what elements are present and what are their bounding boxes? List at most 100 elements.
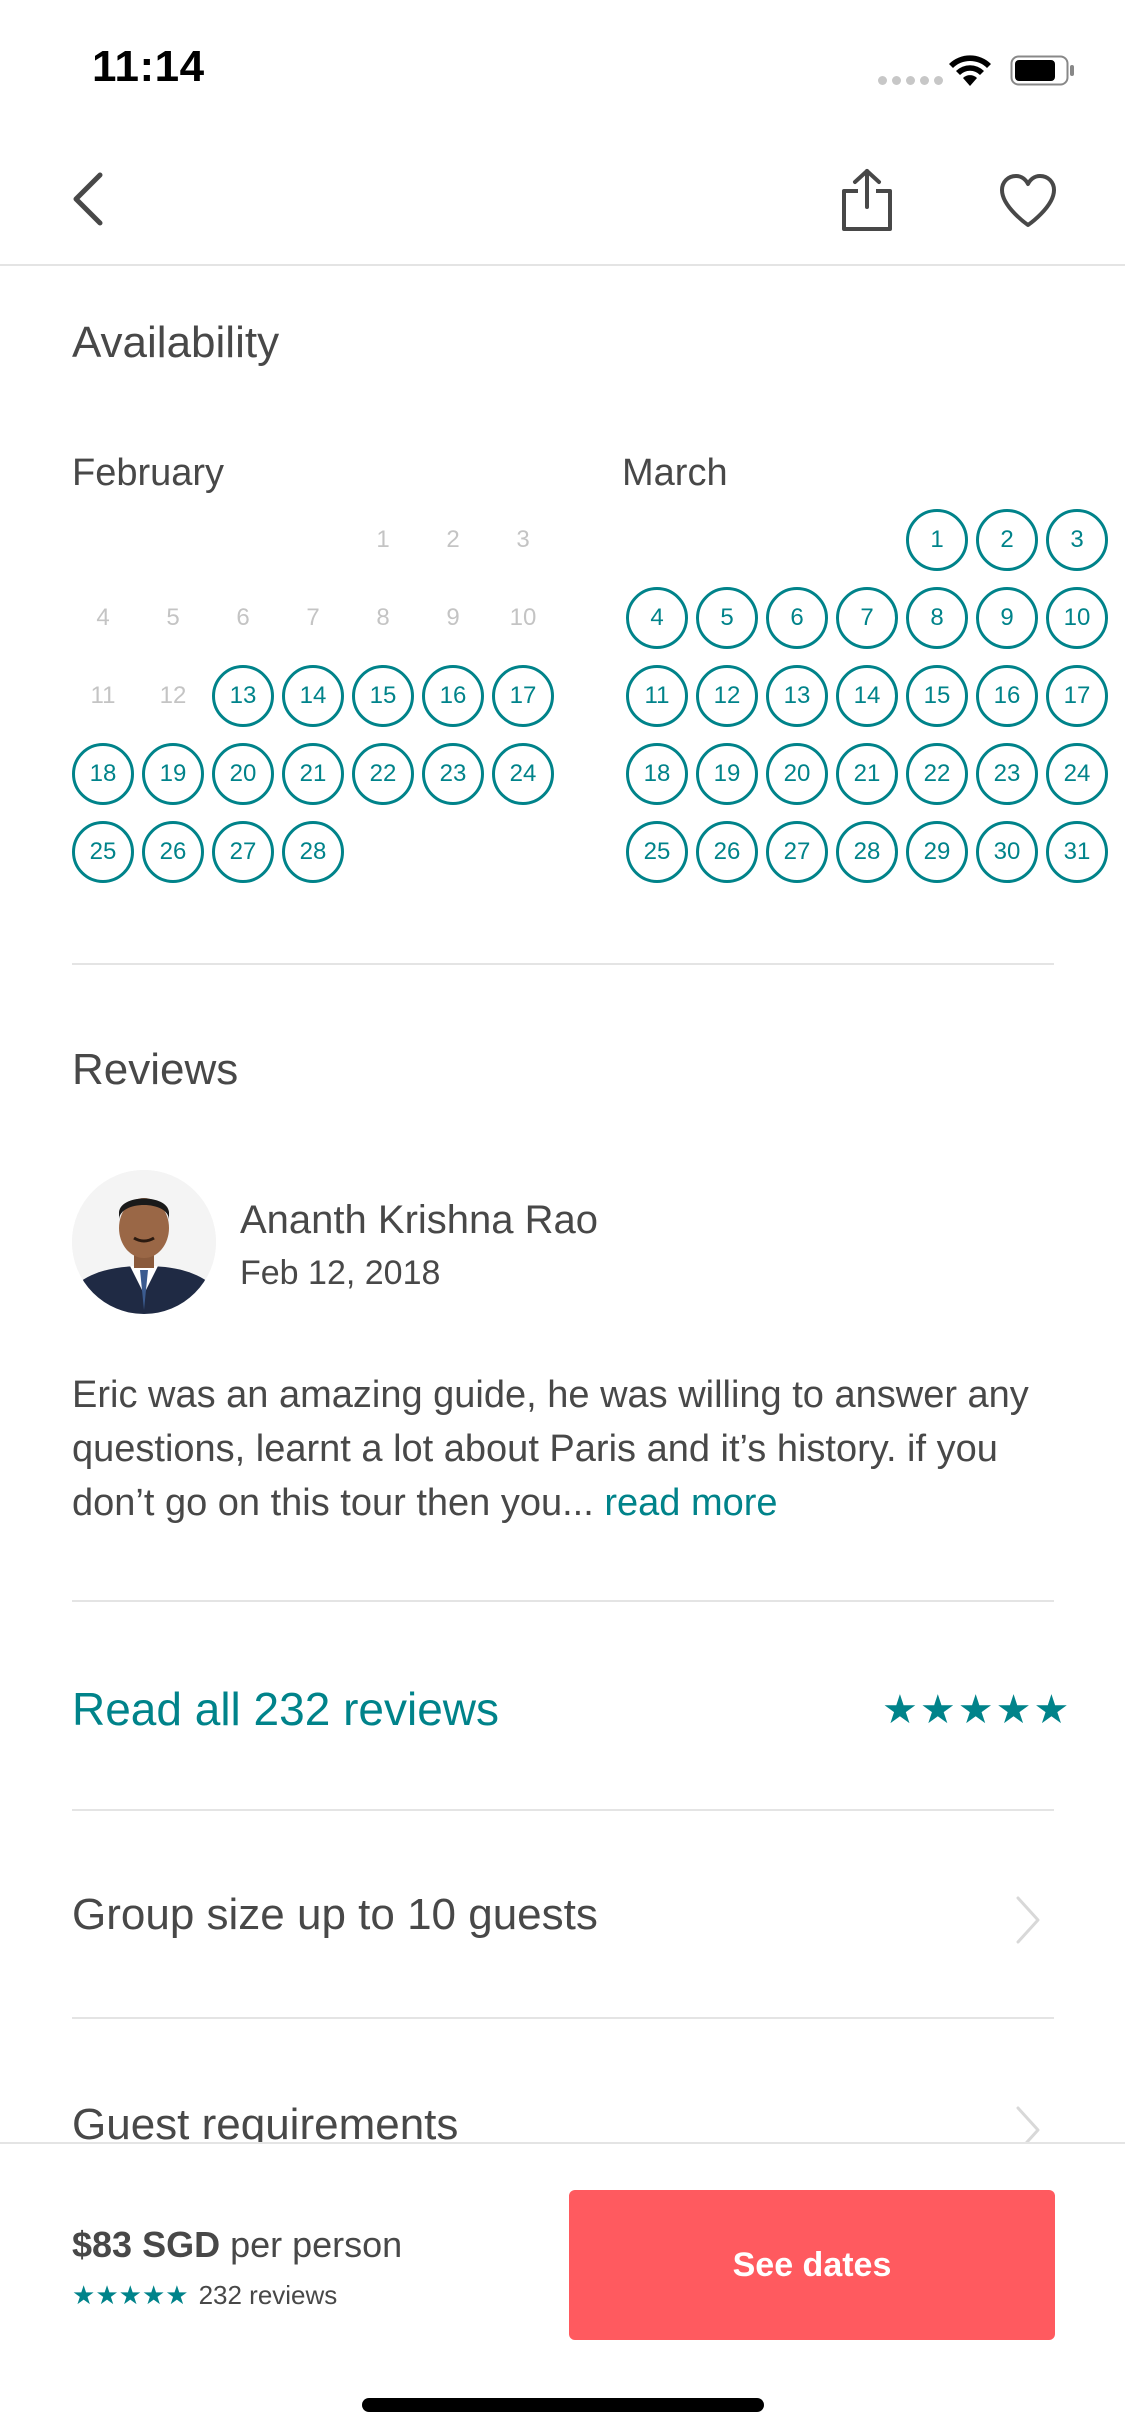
calendar-day[interactable]: 21 [282, 743, 344, 805]
status-bar: 11:14 [0, 0, 1125, 135]
calendar-day: 6 [236, 604, 250, 631]
reviewer-avatar[interactable] [72, 1170, 216, 1314]
group-size-row[interactable]: Group size up to 10 guests [72, 1890, 598, 1940]
price-unit: per person [230, 2224, 403, 2265]
calendar-day[interactable]: 20 [766, 743, 828, 805]
calendar-day: 7 [306, 604, 320, 631]
battery-icon [1010, 55, 1074, 86]
calendar-day[interactable]: 4 [626, 587, 688, 649]
calendar-day[interactable]: 23 [422, 743, 484, 805]
calendar-day[interactable]: 19 [142, 743, 204, 805]
calendar-day[interactable]: 25 [626, 821, 688, 883]
calendar-day[interactable]: 3 [1046, 509, 1108, 571]
review-body: Eric was an amazing guide, he was willin… [72, 1374, 1029, 1524]
calendar-day[interactable]: 12 [696, 665, 758, 727]
divider [72, 1600, 1054, 1602]
read-more-link[interactable]: read more [604, 1482, 777, 1524]
month-label-march: March [622, 452, 728, 494]
calendar-day[interactable]: 17 [1046, 665, 1108, 727]
calendar-day: 3 [516, 526, 530, 553]
calendar-day: 1 [376, 526, 390, 553]
nav-bar [0, 135, 1125, 266]
star-icon: ★ [919, 1688, 956, 1732]
calendar-day[interactable]: 9 [976, 587, 1038, 649]
calendar-day[interactable]: 27 [212, 821, 274, 883]
calendar-day[interactable]: 27 [766, 821, 828, 883]
calendar-day[interactable]: 17 [492, 665, 554, 727]
star-icon: ★ [118, 2280, 142, 2310]
calendar-day: 12 [159, 682, 187, 709]
review-date: Feb 12, 2018 [240, 1254, 441, 1292]
calendar-day: 4 [96, 604, 110, 631]
calendar-day[interactable]: 10 [1046, 587, 1108, 649]
review-text: Eric was an amazing guide, he was willin… [72, 1368, 1062, 1530]
calendar-day[interactable]: 28 [836, 821, 898, 883]
calendar-day[interactable]: 29 [906, 821, 968, 883]
calendar-day[interactable]: 14 [836, 665, 898, 727]
calendar-day[interactable]: 13 [212, 665, 274, 727]
calendar-day[interactable]: 11 [626, 665, 688, 727]
star-icon: ★ [957, 1688, 994, 1732]
calendar-day[interactable]: 22 [352, 743, 414, 805]
calendar-day[interactable]: 31 [1046, 821, 1108, 883]
calendar-day[interactable]: 19 [696, 743, 758, 805]
calendar-day[interactable]: 26 [142, 821, 204, 883]
calendar-day[interactable]: 15 [352, 665, 414, 727]
calendar-day: 9 [446, 604, 460, 631]
calendar-day[interactable]: 23 [976, 743, 1038, 805]
read-all-reviews-link[interactable]: Read all 232 reviews [72, 1682, 499, 1736]
rating-stars: ★★★★★ [882, 1690, 1069, 1730]
calendar-day[interactable]: 16 [422, 665, 484, 727]
home-indicator [362, 2398, 764, 2412]
calendar-day[interactable]: 18 [626, 743, 688, 805]
star-icon: ★ [1033, 1688, 1070, 1732]
divider [72, 963, 1054, 965]
calendar-day[interactable]: 28 [282, 821, 344, 883]
calendar-day[interactable]: 18 [72, 743, 134, 805]
review-count: 232 reviews [198, 2280, 338, 2310]
calendar-day[interactable]: 26 [696, 821, 758, 883]
star-icon: ★ [141, 2280, 166, 2310]
reviewer-name: Ananth Krishna Rao [240, 1198, 599, 1242]
heart-icon[interactable] [998, 173, 1058, 229]
see-dates-button[interactable]: See dates [569, 2190, 1055, 2340]
price-label: $83 SGD per person [72, 2224, 402, 2266]
chevron-right-icon[interactable] [1010, 1894, 1044, 1946]
calendar-day[interactable]: 22 [906, 743, 968, 805]
cellular-signal-icon [878, 76, 943, 85]
calendar-day[interactable]: 2 [976, 509, 1038, 571]
calendar-day: 10 [509, 604, 537, 631]
calendar-day[interactable]: 6 [766, 587, 828, 649]
calendar-day[interactable]: 30 [976, 821, 1038, 883]
calendar-day[interactable]: 20 [212, 743, 274, 805]
calendar-day[interactable]: 25 [72, 821, 134, 883]
calendar-day[interactable]: 21 [836, 743, 898, 805]
availability-title: Availability [72, 318, 280, 367]
calendar-day[interactable]: 5 [696, 587, 758, 649]
calendar-day: 8 [376, 604, 390, 631]
wifi-icon [949, 55, 991, 86]
reviews-title: Reviews [72, 1045, 239, 1094]
month-label-february: February [72, 452, 225, 494]
divider [72, 2017, 1054, 2019]
footer-rating: ★★★★★ 232 reviews [72, 2280, 337, 2311]
calendar-day[interactable]: 14 [282, 665, 344, 727]
back-chevron-icon[interactable] [66, 169, 110, 229]
calendar-day[interactable]: 7 [836, 587, 898, 649]
calendar-day: 5 [166, 604, 180, 631]
calendar-day[interactable]: 8 [906, 587, 968, 649]
star-icon: ★ [995, 1688, 1032, 1732]
star-icon: ★ [95, 2280, 119, 2310]
calendar-day: 11 [90, 682, 116, 709]
calendar-day[interactable]: 1 [906, 509, 968, 571]
calendar-day[interactable]: 13 [766, 665, 828, 727]
calendar-day[interactable]: 24 [492, 743, 554, 805]
share-icon[interactable] [838, 167, 896, 233]
star-icon: ★ [882, 1688, 918, 1732]
booking-footer: $83 SGD per person ★★★★★ 232 reviews See… [0, 2142, 1125, 2436]
star-icon: ★ [72, 2280, 96, 2310]
calendar-day[interactable]: 15 [906, 665, 968, 727]
calendar-day[interactable]: 24 [1046, 743, 1108, 805]
calendar-day[interactable]: 16 [976, 665, 1038, 727]
price-amount: $83 SGD [72, 2224, 221, 2265]
